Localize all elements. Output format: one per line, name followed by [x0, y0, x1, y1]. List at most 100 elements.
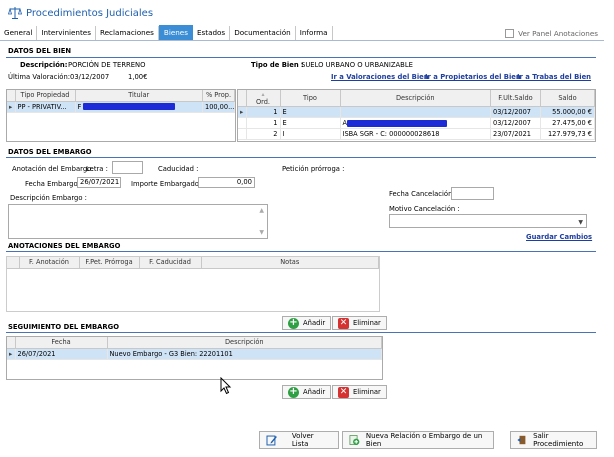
- salir-procedimiento-button[interactable]: Salir Procedimiento: [510, 431, 597, 449]
- col-ord-label: Ord.: [255, 98, 271, 106]
- descripcion-embargo-textarea[interactable]: ▲ ▼: [8, 204, 268, 239]
- add-seguimiento-button[interactable]: + Añadir: [282, 385, 332, 399]
- sort-up-icon: ▴: [261, 91, 265, 98]
- scroll-down-icon[interactable]: ▼: [259, 229, 264, 236]
- redaction-mark: [347, 119, 448, 127]
- descripcion-label: Descripción:: [20, 61, 68, 69]
- divider: [6, 157, 596, 158]
- panel-checkbox[interactable]: [505, 29, 515, 38]
- anotacion-label: Anotación del Embargo.: [12, 165, 94, 173]
- table-row[interactable]: ▸ 1 E 03/12/2007 55.000,00 €: [238, 106, 595, 118]
- divider: [6, 251, 596, 252]
- col-descripcion[interactable]: Descripción: [340, 90, 491, 107]
- tipo-bien-label: Tipo de Bien :: [251, 61, 304, 69]
- tab-documentacion[interactable]: Documentación: [230, 26, 296, 40]
- volver-label: Volver Lista: [291, 432, 314, 448]
- table-row[interactable]: ▸ 26/07/2021 Nuevo Embargo - G3 Bien: 22…: [7, 348, 382, 360]
- seguimiento-grid: Fecha Descripción ▸ 26/07/2021 Nuevo Emb…: [6, 336, 383, 380]
- col-tipo-propiedad[interactable]: Tipo Propiedad: [15, 90, 76, 102]
- plus-icon: +: [288, 385, 299, 398]
- exit-door-icon: [517, 435, 526, 445]
- volver-lista-button[interactable]: Volver Lista: [259, 431, 339, 449]
- col-saldo[interactable]: Saldo: [540, 90, 595, 107]
- cell-descripcion: ISBA SGR - C: 000000028618: [340, 128, 491, 140]
- valoracion-date: 03/12/2007: [70, 73, 110, 81]
- letra-label: Letra :: [86, 165, 108, 173]
- panel-toggle-label: Ver Panel Anotaciones: [518, 29, 598, 38]
- table-row[interactable]: 1 E A 03/12/2007 27.475,00 €: [238, 117, 595, 129]
- remove-label: Eliminar: [353, 319, 381, 327]
- fecha-cancelacion-input[interactable]: [451, 187, 494, 200]
- scales-of-justice-icon: [8, 7, 22, 19]
- cell-ord: 1: [246, 106, 281, 118]
- anotaciones-grid: F. Anotación F.Pet. Prórroga F. Caducida…: [6, 256, 380, 312]
- cell-saldo: 127.979,73 €: [540, 128, 595, 140]
- fecha-embargo-input[interactable]: 26/07/2021: [77, 177, 121, 188]
- motivo-cancelacion-label: Motivo Cancelación :: [389, 205, 460, 213]
- valoraciones-grid: ▴ Ord. Tipo Descripción F.Ult.Saldo Saldo…: [237, 89, 596, 142]
- tab-bar: General Intervinientes Reclamaciones Bie…: [0, 25, 604, 41]
- col-f-anotacion[interactable]: F. Anotación: [19, 257, 80, 269]
- caducidad-label: Caducidad :: [158, 165, 199, 173]
- plus-icon: +: [288, 316, 299, 329]
- divider: [6, 332, 596, 333]
- add-label: Añadir: [303, 388, 326, 396]
- col-fult-saldo[interactable]: F.Ult.Saldo: [490, 90, 541, 107]
- table-row[interactable]: ▸ PP - PRIVATIV... F 100,00...: [7, 101, 235, 113]
- col-f-caducidad[interactable]: F. Caducidad: [139, 257, 202, 269]
- cell-ord: 2: [246, 128, 281, 140]
- remove-anotacion-button[interactable]: ✕ Eliminar: [332, 316, 387, 330]
- tab-intervinientes[interactable]: Intervinientes: [37, 26, 96, 40]
- importe-label: Importe Embargado :: [131, 180, 204, 188]
- col-notas[interactable]: Notas: [201, 257, 379, 269]
- motivo-cancelacion-select[interactable]: ▼: [389, 214, 587, 228]
- letra-input[interactable]: [112, 161, 143, 174]
- nueva-relacion-button[interactable]: Nueva Relación o Embargo de un Bien: [342, 431, 494, 449]
- section-anotaciones: ANOTACIONES DEL EMBARGO: [8, 242, 121, 250]
- remove-seguimiento-button[interactable]: ✕ Eliminar: [332, 385, 387, 399]
- row-indicator-icon: ▸: [7, 348, 16, 360]
- importe-input[interactable]: 0,00: [198, 177, 255, 188]
- tab-general[interactable]: General: [0, 26, 38, 40]
- col-prop[interactable]: % Prop.: [202, 90, 235, 102]
- col-descripcion[interactable]: Descripción: [107, 337, 382, 349]
- section-datos-bien: DATOS DEL BIEN: [8, 47, 72, 55]
- table-row[interactable]: 2 I ISBA SGR - C: 000000028618 23/07/202…: [238, 128, 595, 140]
- cell-tipo-propiedad: PP - PRIVATIV...: [15, 101, 76, 113]
- tab-bienes[interactable]: Bienes: [158, 25, 193, 40]
- tab-informa[interactable]: Informa: [296, 26, 333, 40]
- cell-descripcion: Nuevo Embargo - G3 Bien: 22201101: [107, 348, 382, 360]
- link-valoraciones[interactable]: Ir a Valoraciones del Bien: [331, 73, 429, 81]
- link-trabas[interactable]: Ir a Trabas del Bien: [517, 73, 591, 81]
- col-tipo[interactable]: Tipo: [280, 90, 341, 107]
- col-f-pet-prorroga[interactable]: F.Pet. Prórroga: [79, 257, 140, 269]
- link-propietarios[interactable]: Ir a Propietarios del Bien: [425, 73, 521, 81]
- window-title: Procedimientos Judiciales: [8, 6, 153, 20]
- app-title: Procedimientos Judiciales: [26, 7, 154, 19]
- tab-estados[interactable]: Estados: [193, 26, 231, 40]
- cell-fult-saldo: 03/12/2007: [490, 106, 541, 118]
- scroll-up-icon[interactable]: ▲: [259, 207, 264, 214]
- section-datos-embargo: DATOS DEL EMBARGO: [8, 148, 92, 156]
- add-label: Añadir: [303, 319, 326, 327]
- col-fecha[interactable]: Fecha: [15, 337, 108, 349]
- tab-reclamaciones[interactable]: Reclamaciones: [96, 26, 159, 40]
- fecha-cancelacion-label: Fecha Cancelación :: [389, 190, 457, 198]
- cell-fult-saldo: 23/07/2021: [490, 128, 541, 140]
- guardar-cambios-link[interactable]: Guardar Cambios: [526, 233, 592, 241]
- cell-fult-saldo: 03/12/2007: [490, 117, 541, 129]
- col-titular[interactable]: Titular: [75, 90, 203, 102]
- ver-panel-anotaciones-toggle[interactable]: Ver Panel Anotaciones: [505, 29, 604, 40]
- cell-prop: 100,00...: [202, 101, 235, 113]
- edit-icon: [266, 435, 277, 446]
- cell-descripcion: [340, 106, 491, 118]
- fecha-embargo-label: Fecha Embargo :: [25, 180, 83, 188]
- row-indicator-icon: ▸: [7, 101, 16, 113]
- redaction-mark: [83, 103, 176, 110]
- descripcion-embargo-label: Descripción Embargo :: [10, 194, 87, 202]
- salir-label: Salir Procedimiento: [533, 432, 584, 448]
- add-anotacion-button[interactable]: + Añadir: [282, 316, 332, 330]
- valoracion-amount: 1,00€: [128, 73, 148, 81]
- col-ord[interactable]: ▴ Ord.: [246, 90, 281, 107]
- valoracion-label: Última Valoración:: [8, 73, 71, 81]
